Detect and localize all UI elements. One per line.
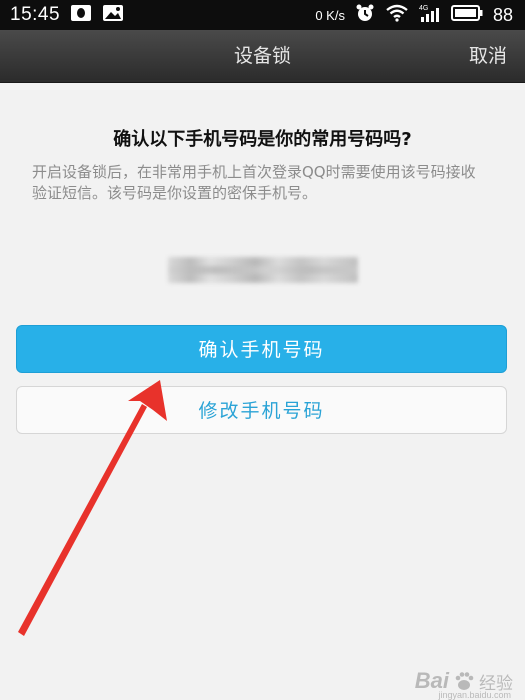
battery-level: 88 [492,4,513,25]
image-notification-icon [102,4,124,26]
cancel-button[interactable]: 取消 [469,30,507,82]
paw-icon [455,672,474,690]
status-bar: 15:45 0 K/s 4G 88 [0,0,525,30]
description-text: 开启设备锁后，在非常用手机上首次登录QQ时需要使用该号码接收验证短信。该号码是你… [32,163,476,202]
main-content: 确认以下手机号码是你的常用号码吗? 开启设备锁后，在非常用手机上首次登录QQ时需… [0,83,525,700]
watermark-url: jingyan.baidu.com [438,690,511,700]
wifi-icon [385,4,409,26]
4g-signal-icon: 4G [419,3,441,27]
confirm-question: 确认以下手机号码是你的常用号码吗? [113,129,412,150]
svg-text:4G: 4G [419,5,428,12]
alarm-icon [355,3,375,27]
nav-bar: 设备锁 取消 [0,30,525,83]
qq-notification-icon [70,4,92,26]
status-left: 15:45 [0,4,124,26]
status-time: 15:45 [10,4,61,25]
network-speed: 0 K/s [315,7,345,23]
battery-icon [450,5,483,25]
page-title: 设备锁 [233,45,291,67]
masked-phone-number [168,257,358,283]
status-right: 0 K/s 4G 88 [315,3,525,27]
modify-phone-button[interactable]: 修改手机号码 [16,386,507,434]
confirm-phone-button[interactable]: 确认手机号码 [16,325,507,373]
